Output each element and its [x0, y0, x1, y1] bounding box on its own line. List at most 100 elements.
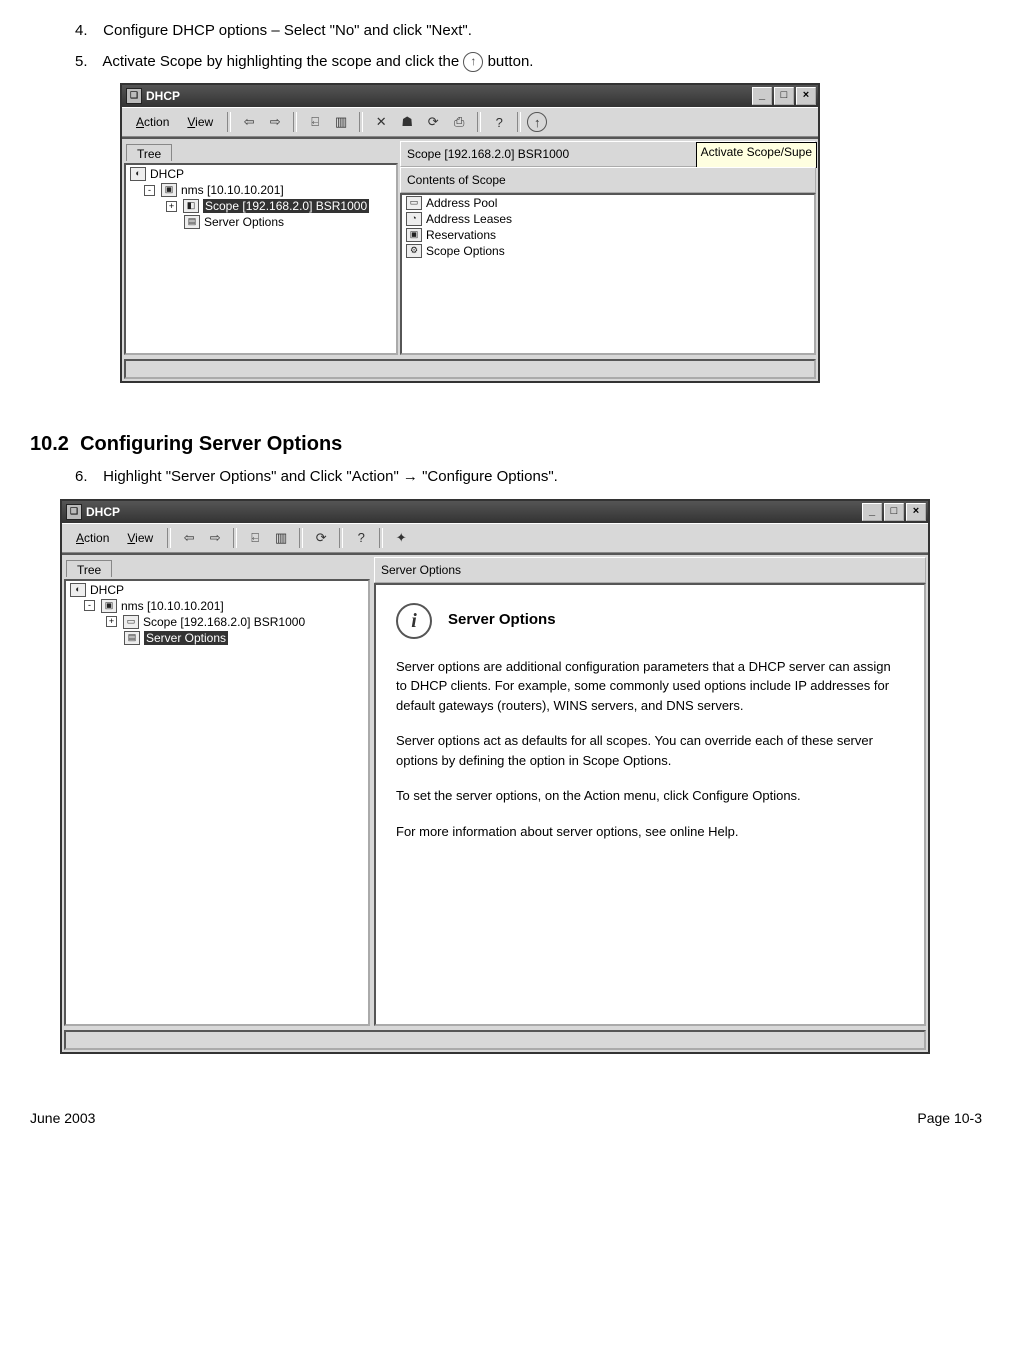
options-icon: ▤ [184, 215, 200, 229]
export-icon[interactable]: ⎙ [447, 111, 471, 133]
footer-date: June 2003 [30, 1110, 95, 1126]
properties-icon[interactable]: ☗ [395, 111, 419, 133]
status-bar [124, 359, 816, 379]
scope-options-icon: ⚙ [406, 244, 422, 258]
step-5-text-a: Activate Scope by highlighting the scope… [102, 53, 459, 70]
tooltip-activate: Activate Scope/Supe [696, 142, 817, 168]
scope-icon: ▭ [123, 615, 139, 629]
tree-nms[interactable]: - ▣ nms [10.10.10.201] [126, 182, 396, 198]
menu-toolbar: Action View ⇦ ⇨ ⍇ ▥ ✕ ☗ ⟳ ⎙ ? ↑ [122, 107, 818, 137]
refresh-icon[interactable]: ⟳ [421, 111, 445, 133]
step-4-num: 4. [75, 20, 99, 43]
help-icon[interactable]: ? [349, 527, 373, 549]
right-pane: Server Options i Server Options Server o… [374, 557, 926, 1026]
server-icon: ▣ [101, 599, 117, 613]
info-p3: To set the server options, on the Action… [396, 786, 904, 806]
close-button[interactable]: × [796, 87, 816, 105]
tree-scope-label: Scope [192.168.2.0] BSR1000 [203, 199, 369, 213]
refresh-icon[interactable]: ⟳ [309, 527, 333, 549]
expand-icon[interactable]: + [106, 616, 117, 627]
activate-scope-icon[interactable]: ↑ [527, 112, 547, 132]
show-hide-tree-icon[interactable]: ▥ [269, 527, 293, 549]
minimize-button[interactable]: _ [862, 503, 882, 521]
tree-pane[interactable]: ◐ DHCP - ▣ nms [10.10.10.201] + ▭ Scope … [64, 579, 370, 1026]
item-address-pool[interactable]: ▭Address Pool [402, 195, 814, 211]
info-title: Server Options [448, 609, 556, 632]
pool-icon: ▭ [406, 196, 422, 210]
step-5-text-b: button. [488, 53, 534, 70]
show-hide-tree-icon[interactable]: ▥ [329, 111, 353, 133]
tree-scope[interactable]: + ▭ Scope [192.168.2.0] BSR1000 [66, 614, 368, 630]
step-5: 5. Activate Scope by highlighting the sc… [75, 51, 982, 74]
section-title: Configuring Server Options [80, 433, 342, 455]
item-reservations[interactable]: ▣Reservations [402, 227, 814, 243]
dhcp-icon: ◐ [70, 583, 86, 597]
titlebar[interactable]: ❑ DHCP _ □ × [122, 85, 818, 107]
info-p2: Server options act as defaults for all s… [396, 731, 904, 770]
help-icon[interactable]: ? [487, 111, 511, 133]
tab-row: Tree [62, 555, 372, 577]
tree-server-options[interactable]: ▤ Server Options [126, 214, 396, 230]
step-6: 6. Highlight "Server Options" and Click … [75, 466, 982, 489]
menu-view[interactable]: View [119, 529, 161, 547]
delete-icon[interactable]: ✕ [369, 111, 393, 133]
up-folder-icon[interactable]: ⍇ [243, 527, 267, 549]
step-6-num: 6. [75, 466, 99, 489]
minimize-button[interactable]: _ [752, 87, 772, 105]
leases-icon: ◔ [406, 212, 422, 226]
list-contents[interactable]: ▭Address Pool ◔Address Leases ▣Reservati… [400, 193, 816, 355]
back-icon[interactable]: ⇦ [177, 527, 201, 549]
step-4-text: Configure DHCP options – Select "No" and… [103, 22, 472, 39]
titlebar[interactable]: ❑ DHCP _ □ × [62, 501, 928, 523]
step-6-text: Highlight "Server Options" and Click "Ac… [103, 468, 558, 485]
step-5-num: 5. [75, 51, 99, 74]
extra-icon[interactable]: ✦ [389, 527, 413, 549]
tab-tree[interactable]: Tree [66, 560, 112, 577]
dhcp-window-1: ❑ DHCP _ □ × Action View ⇦ ⇨ ⍇ ▥ ✕ ☗ ⟳ ⎙… [120, 83, 820, 383]
app-icon: ❑ [66, 504, 82, 520]
body-split: Tree ◐ DHCP - ▣ nms [10.10.10.201] + ▭ S… [62, 553, 928, 1028]
expand-icon[interactable]: + [166, 201, 177, 212]
list-header[interactable]: Server Options [374, 557, 926, 583]
tree-server-options[interactable]: ▤ Server Options [66, 630, 368, 646]
dhcp-icon: ◐ [130, 167, 146, 181]
window-title: DHCP [146, 89, 180, 103]
section-num: 10.2 [30, 433, 69, 455]
close-button[interactable]: × [906, 503, 926, 521]
window-title: DHCP [86, 505, 120, 519]
footer-page: Page 10-3 [917, 1110, 982, 1126]
menu-view[interactable]: View [179, 113, 221, 131]
right-pane: Scope [192.168.2.0] BSR1000 Activate Sco… [400, 141, 816, 355]
maximize-button[interactable]: □ [774, 87, 794, 105]
tree-root[interactable]: ◐ DHCP [66, 581, 368, 598]
info-panel: i Server Options Server options are addi… [376, 585, 924, 876]
info-p1: Server options are additional configurat… [396, 657, 904, 716]
item-scope-options[interactable]: ⚙Scope Options [402, 243, 814, 259]
tree-scope[interactable]: + ◧ Scope [192.168.2.0] BSR1000 [126, 198, 396, 214]
list-header-scope[interactable]: Scope [192.168.2.0] BSR1000 Activate Sco… [400, 141, 816, 167]
back-icon[interactable]: ⇦ [237, 111, 261, 133]
tree-root[interactable]: ◐ DHCP [126, 165, 396, 182]
info-head: i Server Options [396, 603, 904, 639]
page-footer: June 2003 Page 10-3 [30, 1104, 982, 1126]
list-header-contents[interactable]: Contents of Scope [400, 167, 816, 193]
reservations-icon: ▣ [406, 228, 422, 242]
scope-icon: ◧ [183, 199, 199, 213]
dhcp-window-2: ❑ DHCP _ □ × Action View ⇦ ⇨ ⍇ ▥ ⟳ ? ✦ T… [60, 499, 930, 1054]
tab-tree[interactable]: Tree [126, 144, 172, 161]
activate-icon: ↑ [463, 52, 483, 72]
up-folder-icon[interactable]: ⍇ [303, 111, 327, 133]
forward-icon[interactable]: ⇨ [263, 111, 287, 133]
item-address-leases[interactable]: ◔Address Leases [402, 211, 814, 227]
body-split: Tree ◐ DHCP - ▣ nms [10.10.10.201] + ◧ S… [122, 137, 818, 357]
forward-icon[interactable]: ⇨ [203, 527, 227, 549]
menu-action[interactable]: Action [128, 113, 177, 131]
tree-pane[interactable]: ◐ DHCP - ▣ nms [10.10.10.201] + ◧ Scope … [124, 163, 398, 355]
maximize-button[interactable]: □ [884, 503, 904, 521]
info-p4: For more information about server option… [396, 822, 904, 842]
tree-nms[interactable]: - ▣ nms [10.10.10.201] [66, 598, 368, 614]
collapse-icon[interactable]: - [144, 185, 155, 196]
menu-action[interactable]: Action [68, 529, 117, 547]
menu-toolbar: Action View ⇦ ⇨ ⍇ ▥ ⟳ ? ✦ [62, 523, 928, 553]
collapse-icon[interactable]: - [84, 600, 95, 611]
